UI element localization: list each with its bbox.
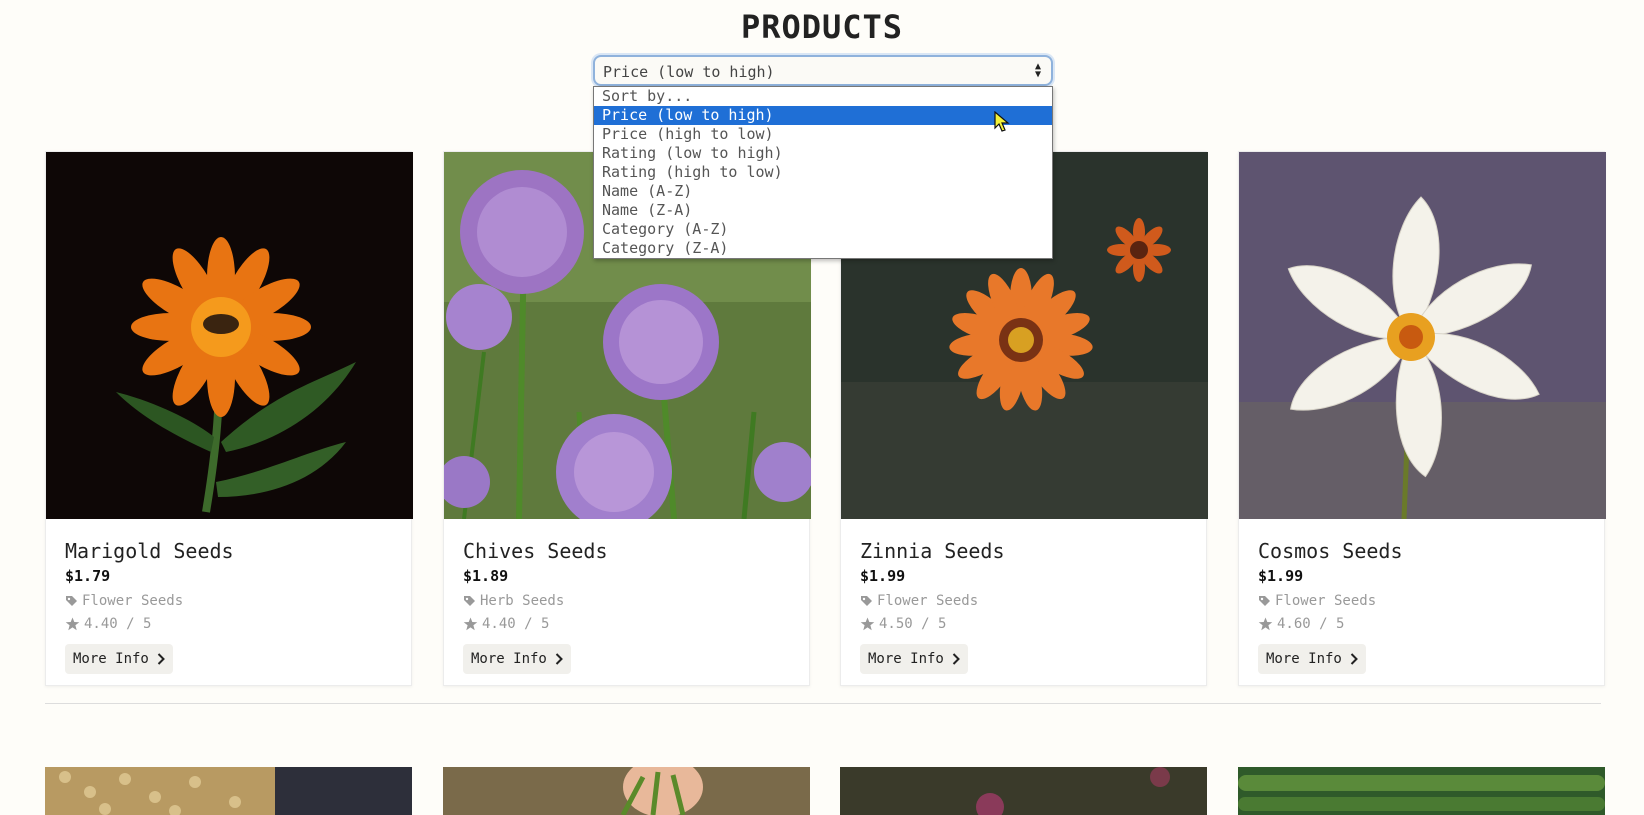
sort-option-selected[interactable]: Price (low to high) [594,106,1052,125]
product-image-cosmos[interactable] [1239,152,1606,519]
button-label: More Info [471,651,547,667]
product-price: $1.79 [65,567,111,585]
product-price: $1.99 [860,567,906,585]
star-icon [860,617,875,631]
product-category: Flower Seeds [65,593,183,609]
sort-option[interactable]: Sort by... [594,87,1052,106]
chevron-right-icon [952,653,960,665]
star-icon [1258,617,1273,631]
product-name: Cosmos Seeds [1258,539,1403,563]
products-page: PRODUCTS Marigold Seeds $1.79 Flower See… [0,0,1644,815]
product-name: Marigold Seeds [65,539,234,563]
section-divider [45,703,1601,704]
category-label: Flower Seeds [82,593,184,609]
product-rating: 4.60 / 5 [1258,616,1344,632]
sort-option[interactable]: Category (Z-A) [594,239,1052,258]
tag-icon [66,595,77,606]
sort-arrows-icon: ▲ ▼ [1034,61,1041,80]
product-rating: 4.50 / 5 [860,616,946,632]
category-label: Herb Seeds [480,593,565,609]
sort-select[interactable]: Price (low to high) ▲ ▼ [593,55,1053,86]
sort-option[interactable]: Name (Z-A) [594,201,1052,220]
product-category: Herb Seeds [463,593,564,609]
more-info-button[interactable]: More Info [65,644,173,674]
page-title: PRODUCTS [740,8,904,46]
tag-icon [1259,595,1270,606]
product-image-next-2[interactable] [443,767,810,815]
more-info-button[interactable]: More Info [463,644,571,674]
product-rating: 4.40 / 5 [65,616,151,632]
sort-option[interactable]: Rating (low to high) [594,144,1052,163]
sort-selected-value: Price (low to high) [603,63,775,81]
button-label: More Info [868,651,944,667]
product-name: Chives Seeds [463,539,608,563]
product-image-marigold[interactable] [46,152,413,519]
tag-icon [464,595,475,606]
more-info-button[interactable]: More Info [860,644,968,674]
sort-option[interactable]: Price (high to low) [594,125,1052,144]
category-label: Flower Seeds [1275,593,1377,609]
product-price: $1.89 [463,567,509,585]
sort-option[interactable]: Category (A-Z) [594,220,1052,239]
button-label: More Info [73,651,149,667]
chevron-right-icon [157,653,165,665]
rating-label: 4.40 / 5 [84,616,152,632]
product-card-marigold: Marigold Seeds $1.79 Flower Seeds 4.40 /… [45,151,413,686]
product-image-next-1[interactable] [45,767,412,815]
mouse-cursor-icon [994,111,1010,132]
star-icon [65,617,80,631]
sort-option[interactable]: Rating (high to low) [594,163,1052,182]
product-card-cosmos: Cosmos Seeds $1.99 Flower Seeds 4.60 / 5… [1238,151,1606,686]
product-rating: 4.40 / 5 [463,616,549,632]
sort-dropdown-list: Sort by... Price (low to high) Price (hi… [593,86,1053,259]
category-label: Flower Seeds [877,593,979,609]
rating-label: 4.50 / 5 [879,616,947,632]
more-info-button[interactable]: More Info [1258,644,1366,674]
rating-label: 4.60 / 5 [1277,616,1345,632]
product-category: Flower Seeds [860,593,978,609]
chevron-right-icon [1350,653,1358,665]
rating-label: 4.40 / 5 [482,616,550,632]
chevron-right-icon [555,653,563,665]
product-price: $1.99 [1258,567,1304,585]
button-label: More Info [1266,651,1342,667]
product-image-next-3[interactable] [840,767,1207,815]
product-image-next-4[interactable] [1238,767,1605,815]
product-name: Zinnia Seeds [860,539,1005,563]
sort-option[interactable]: Name (A-Z) [594,182,1052,201]
tag-icon [861,595,872,606]
product-category: Flower Seeds [1258,593,1376,609]
star-icon [463,617,478,631]
